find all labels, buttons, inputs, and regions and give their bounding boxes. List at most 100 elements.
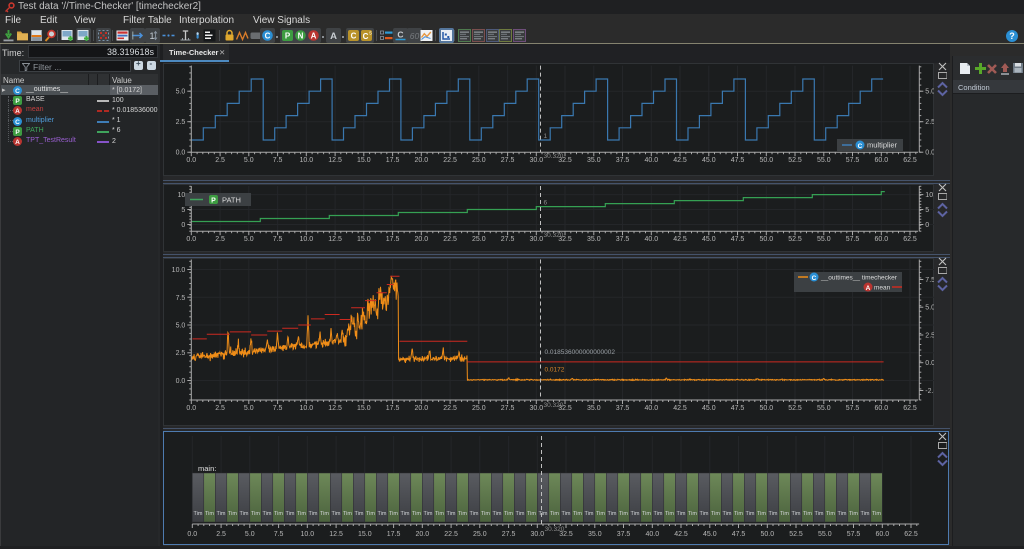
- svg-text:60.0: 60.0: [874, 157, 888, 164]
- svg-text:Tim: Tim: [401, 511, 410, 517]
- svg-text:40.0: 40.0: [644, 405, 658, 412]
- svg-text:Tim: Tim: [286, 511, 295, 517]
- svg-text:25.0: 25.0: [472, 405, 486, 412]
- svg-text:Tim: Tim: [320, 511, 329, 517]
- svg-text:42.5: 42.5: [673, 405, 687, 412]
- svg-text:42.5: 42.5: [674, 531, 688, 538]
- svg-text:Tim: Tim: [366, 511, 375, 517]
- svg-text:22.5: 22.5: [443, 405, 457, 412]
- svg-text:A: A: [866, 285, 871, 292]
- svg-text:Tim: Tim: [780, 511, 789, 517]
- svg-text:27.5: 27.5: [501, 405, 515, 412]
- svg-text:57.5: 57.5: [846, 236, 860, 243]
- svg-text:Tim: Tim: [815, 511, 824, 517]
- svg-text:57.5: 57.5: [847, 531, 861, 538]
- svg-text:Tim: Tim: [688, 511, 697, 517]
- svg-text:20.0: 20.0: [414, 236, 428, 243]
- svg-text:Tim: Tim: [458, 511, 467, 517]
- svg-text:15.0: 15.0: [357, 405, 371, 412]
- svg-text:47.5: 47.5: [731, 157, 745, 164]
- svg-text:35.0: 35.0: [588, 531, 602, 538]
- svg-text:10.0: 10.0: [299, 405, 313, 412]
- svg-text:30.0: 30.0: [529, 405, 543, 412]
- svg-text:Tim: Tim: [228, 511, 237, 517]
- svg-text:30.0: 30.0: [529, 236, 543, 243]
- svg-text:5.0: 5.0: [176, 323, 186, 330]
- svg-text:0.018536000000000002: 0.018536000000000002: [545, 349, 616, 356]
- svg-text:0.0: 0.0: [186, 157, 196, 164]
- svg-text:Tim: Tim: [378, 511, 387, 517]
- svg-text:Tim: Tim: [838, 511, 847, 517]
- svg-text:37.5: 37.5: [617, 531, 631, 538]
- svg-text:47.5: 47.5: [731, 405, 745, 412]
- svg-text:10.0: 10.0: [300, 531, 314, 538]
- svg-text:1: 1: [544, 133, 548, 140]
- svg-text:0.0: 0.0: [925, 150, 934, 157]
- svg-text:Tim: Tim: [723, 511, 732, 517]
- svg-text:?: ?: [1009, 31, 1015, 41]
- svg-text:mean: mean: [874, 284, 891, 291]
- svg-text:C: C: [265, 31, 271, 40]
- svg-text:60.0: 60.0: [874, 405, 888, 412]
- svg-text:Tim: Tim: [470, 511, 479, 517]
- svg-text:15.0: 15.0: [358, 531, 372, 538]
- svg-text:10: 10: [178, 192, 186, 199]
- svg-text:Tim: Tim: [562, 511, 571, 517]
- svg-text:57.5: 57.5: [846, 157, 860, 164]
- svg-text:multiplier: multiplier: [867, 141, 898, 150]
- svg-text:60: 60: [410, 31, 420, 41]
- svg-text:0.0: 0.0: [186, 405, 196, 412]
- svg-text:Tim: Tim: [619, 511, 628, 517]
- svg-text:45.0: 45.0: [703, 531, 717, 538]
- svg-text:30.0: 30.0: [530, 531, 544, 538]
- svg-text:A: A: [311, 31, 317, 40]
- svg-text:Tim: Tim: [861, 511, 870, 517]
- svg-text:Tim: Tim: [792, 511, 801, 517]
- svg-text:17.5: 17.5: [386, 157, 400, 164]
- svg-text:Tim: Tim: [631, 511, 640, 517]
- svg-text:C: C: [858, 143, 863, 150]
- svg-text:0.0172: 0.0172: [545, 366, 565, 373]
- svg-text:Tim: Tim: [516, 511, 525, 517]
- svg-text:2.5: 2.5: [176, 119, 186, 126]
- svg-text:Tim: Tim: [297, 511, 306, 517]
- svg-text:C: C: [812, 275, 817, 282]
- svg-text:40.0: 40.0: [644, 236, 658, 243]
- svg-text:45.0: 45.0: [702, 405, 716, 412]
- svg-text:Tim: Tim: [424, 511, 433, 517]
- svg-text:N: N: [298, 31, 304, 40]
- svg-text:2.5: 2.5: [216, 531, 226, 538]
- svg-text:A: A: [330, 31, 337, 42]
- svg-text:7.5: 7.5: [274, 531, 284, 538]
- svg-text:Tim: Tim: [746, 511, 755, 517]
- svg-text:40.0: 40.0: [644, 157, 658, 164]
- svg-text:5.0: 5.0: [244, 157, 254, 164]
- svg-text:20.0: 20.0: [414, 157, 428, 164]
- svg-text:55.0: 55.0: [817, 405, 831, 412]
- svg-text:Tim: Tim: [309, 511, 318, 517]
- svg-text:Tim: Tim: [217, 511, 226, 517]
- svg-text:Tim: Tim: [493, 511, 502, 517]
- svg-text:52.5: 52.5: [788, 405, 802, 412]
- svg-text:A: A: [15, 139, 20, 146]
- svg-text:17.5: 17.5: [386, 405, 400, 412]
- svg-text:45.0: 45.0: [702, 157, 716, 164]
- svg-text:A: A: [15, 108, 20, 115]
- svg-text:17.5: 17.5: [387, 531, 401, 538]
- svg-text:50.0: 50.0: [760, 531, 774, 538]
- svg-text:Tim: Tim: [711, 511, 720, 517]
- svg-text:__outtimes__ timechecker: __outtimes__ timechecker: [820, 274, 898, 281]
- svg-text:Tim: Tim: [435, 511, 444, 517]
- svg-text:2.5: 2.5: [925, 333, 934, 340]
- svg-text:37.5: 37.5: [616, 236, 630, 243]
- svg-text:Tim: Tim: [596, 511, 605, 517]
- svg-text:22.5: 22.5: [443, 157, 457, 164]
- svg-text:0.0: 0.0: [176, 378, 186, 385]
- svg-text:Tim: Tim: [527, 511, 536, 517]
- svg-text:12.5: 12.5: [328, 405, 342, 412]
- svg-text:Tim: Tim: [274, 511, 283, 517]
- svg-text:Tim: Tim: [769, 511, 778, 517]
- svg-text:60.0: 60.0: [875, 531, 889, 538]
- svg-text:Tim: Tim: [665, 511, 674, 517]
- svg-text:Tim: Tim: [205, 511, 214, 517]
